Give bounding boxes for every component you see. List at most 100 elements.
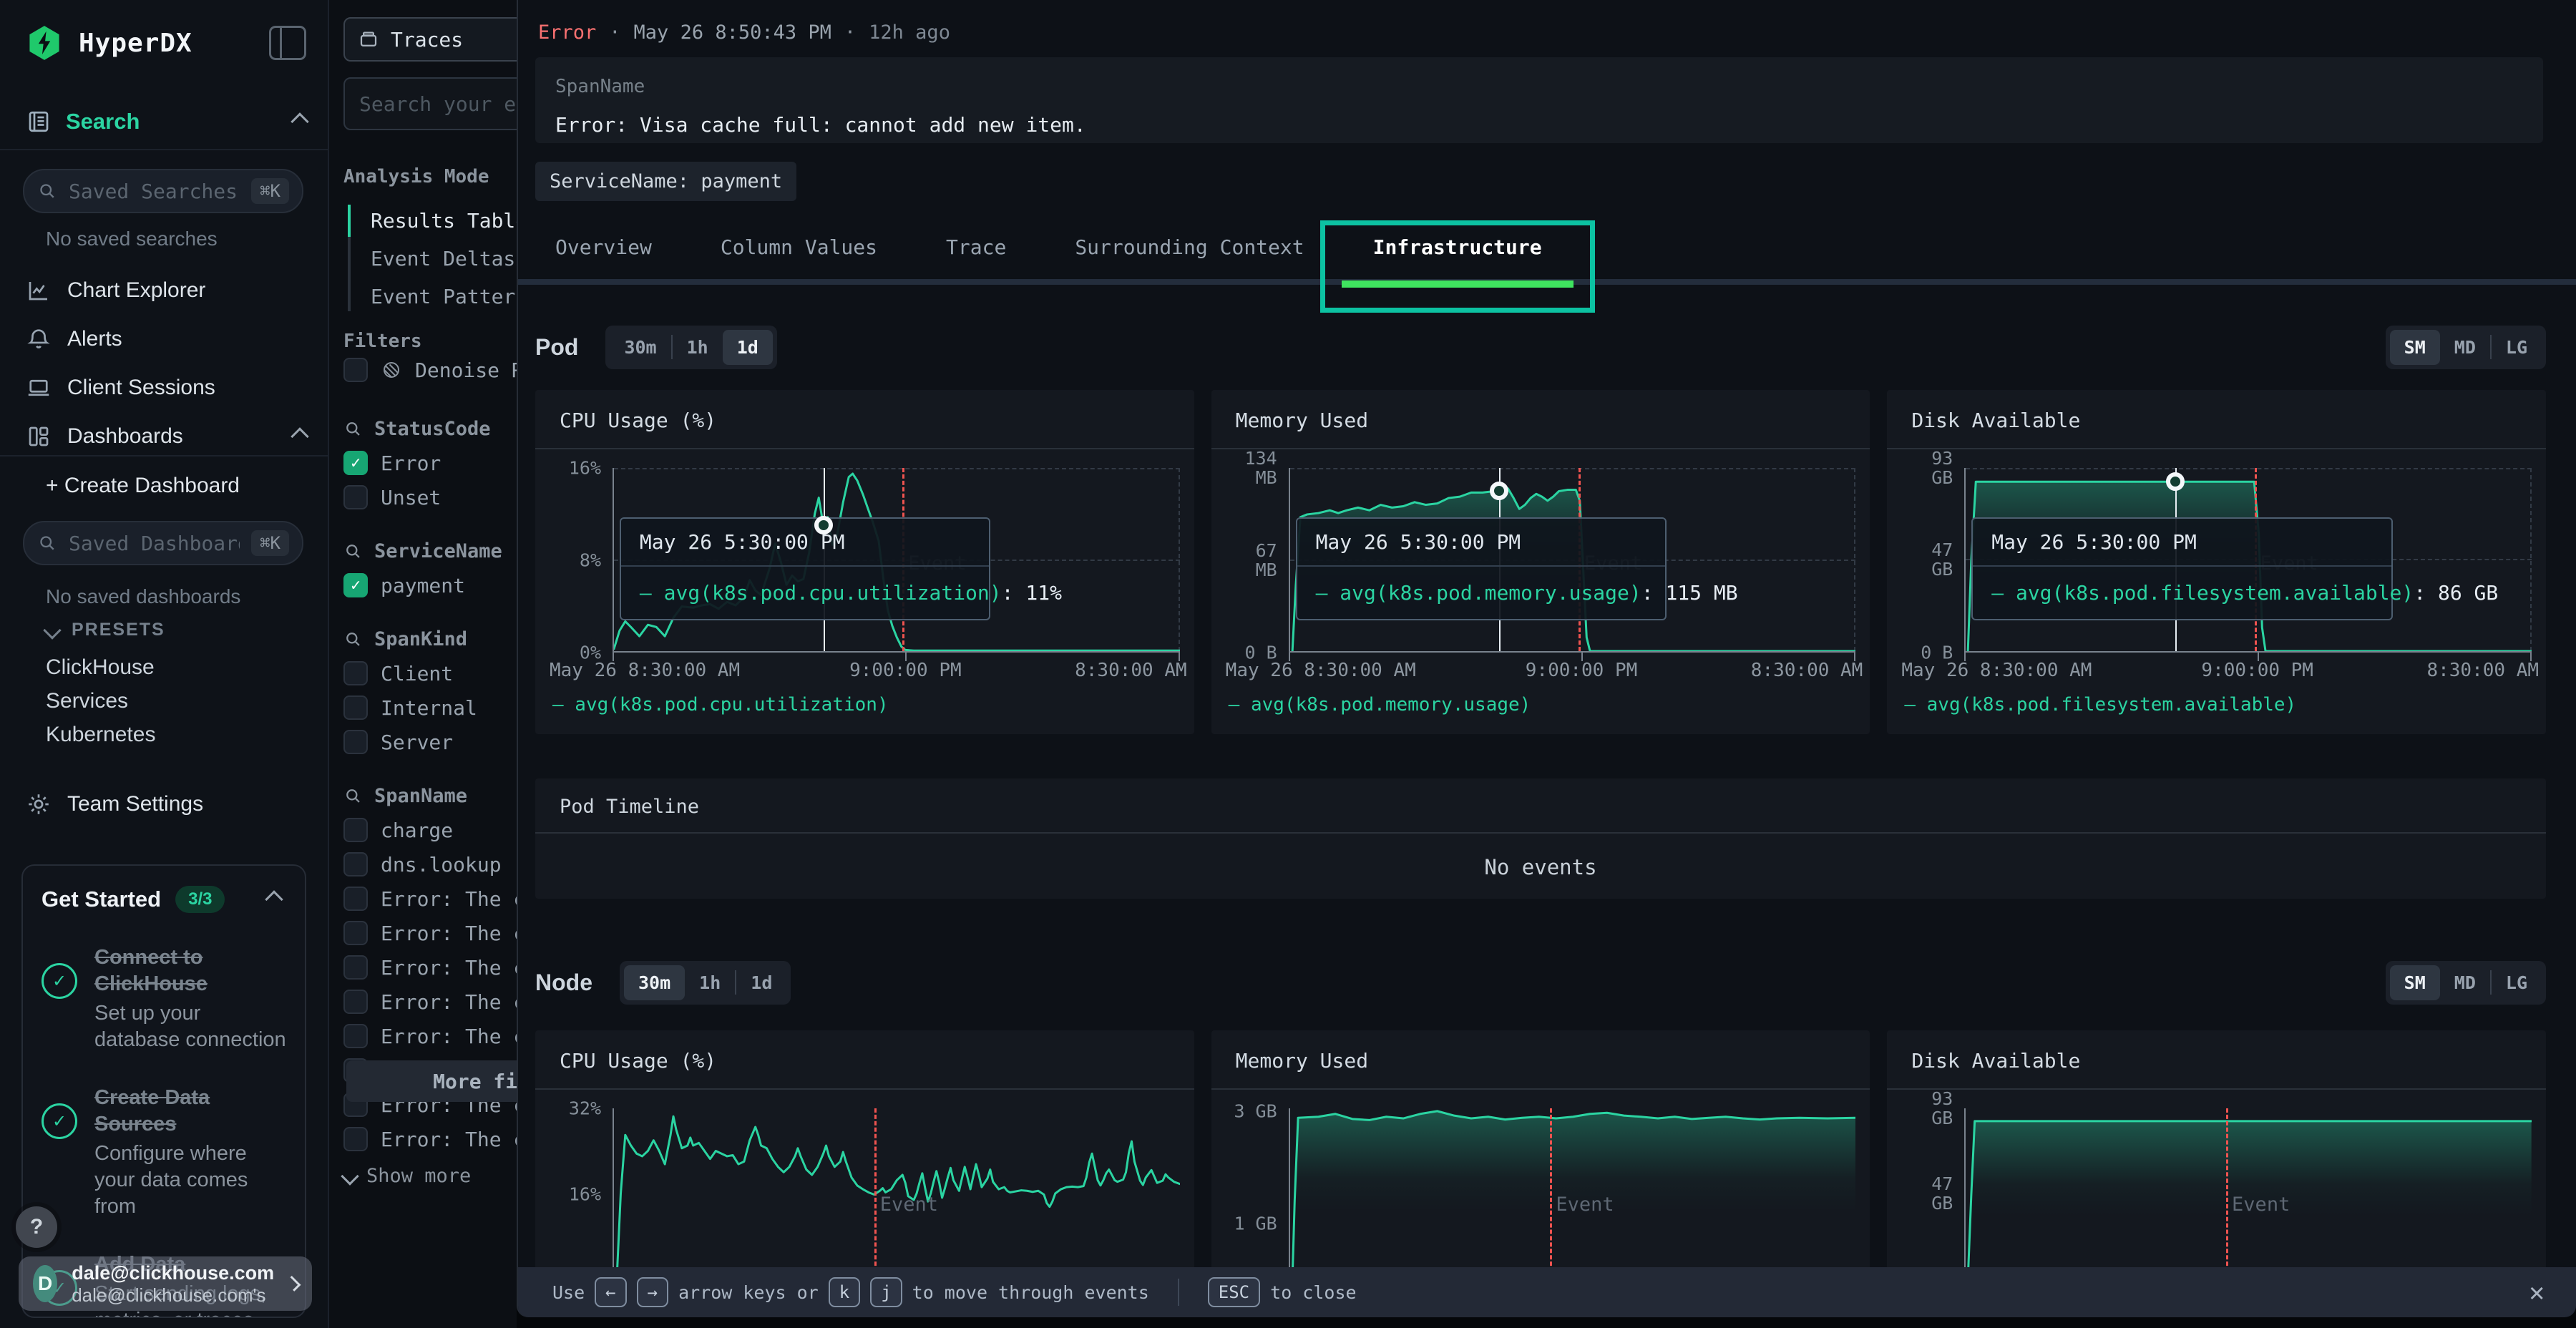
filter-option[interactable]: ✓Error bbox=[343, 446, 517, 480]
filter-option[interactable]: dns.lookup bbox=[343, 847, 517, 882]
filter-option[interactable]: Error: The cr bbox=[343, 1122, 517, 1156]
sidebar-item-label: Alerts bbox=[67, 327, 122, 351]
span-name-box: SpanName Error: Visa cache full: cannot … bbox=[535, 57, 2543, 143]
node-range-option-30m[interactable]: 30m bbox=[624, 965, 685, 1000]
filters-label: Filters bbox=[343, 331, 422, 352]
node-size-option-sm[interactable]: SM bbox=[2390, 965, 2440, 1000]
filter-option[interactable]: Server bbox=[343, 725, 517, 759]
pod-range-option-30m[interactable]: 30m bbox=[610, 330, 670, 365]
filter-checkbox[interactable] bbox=[343, 818, 368, 842]
get-started-item[interactable]: ✓Create Data SourcesConfigure where your… bbox=[42, 1085, 286, 1220]
x-tick-label: May 26 8:30:00 AM bbox=[1226, 660, 1416, 681]
sidebar-item-chart-explorer[interactable]: Chart Explorer bbox=[0, 266, 328, 315]
user-email: dale@clickhouse.com bbox=[72, 1262, 274, 1284]
filter-checkbox[interactable] bbox=[343, 661, 368, 685]
filter-option[interactable]: Error: The cr bbox=[343, 882, 517, 916]
create-dashboard-button[interactable]: + Create Dashboard bbox=[46, 474, 240, 498]
x-tick-label: 8:30:00 AM bbox=[1751, 660, 1863, 681]
filter-checkbox[interactable] bbox=[343, 887, 368, 911]
sidebar-collapse-icon[interactable] bbox=[269, 26, 306, 60]
tab-surrounding-context[interactable]: Surrounding Context bbox=[1075, 215, 1304, 279]
preset-link-kubernetes[interactable]: Kubernetes bbox=[46, 723, 155, 747]
pod-size-option-md[interactable]: MD bbox=[2440, 330, 2490, 365]
preset-link-clickhouse[interactable]: ClickHouse bbox=[46, 655, 155, 680]
filter-option[interactable]: Unset bbox=[343, 480, 517, 514]
tooltip-value: : 86 GB bbox=[2414, 581, 2498, 605]
filter-option[interactable]: ✓payment bbox=[343, 568, 517, 602]
filter-checkbox[interactable] bbox=[343, 1127, 368, 1151]
node-range-option-1h[interactable]: 1h bbox=[685, 965, 735, 1000]
tab-infrastructure[interactable]: Infrastructure bbox=[1373, 215, 1542, 279]
node-size-option-md[interactable]: MD bbox=[2440, 965, 2490, 1000]
show-more-button[interactable]: Show more bbox=[343, 1165, 517, 1187]
tab-trace[interactable]: Trace bbox=[946, 215, 1006, 279]
filter-option[interactable]: Error: The cr bbox=[343, 985, 517, 1019]
footer-text: Use bbox=[552, 1282, 585, 1303]
tab-column-values[interactable]: Column Values bbox=[721, 215, 877, 279]
filter-checkbox[interactable]: ✓ bbox=[343, 451, 368, 475]
analysis-mode-event-patterns[interactable]: Event Patterns bbox=[348, 278, 517, 316]
filter-checkbox[interactable] bbox=[343, 730, 368, 754]
filter-option[interactable]: Client bbox=[343, 656, 517, 690]
help-button[interactable]: ? bbox=[16, 1206, 57, 1248]
filter-group-name: SpanName bbox=[374, 785, 467, 807]
sidebar-item-client-sessions[interactable]: Client Sessions bbox=[0, 363, 328, 412]
analysis-mode-results-table[interactable]: Results Table bbox=[348, 202, 517, 240]
filter-checkbox[interactable] bbox=[343, 921, 368, 945]
saved-searches-input[interactable] bbox=[67, 179, 241, 204]
node-range-option-1d[interactable]: 1d bbox=[736, 965, 786, 1000]
denoise-checkbox[interactable] bbox=[343, 358, 368, 382]
pod-range-option-1d[interactable]: 1d bbox=[723, 330, 773, 365]
preset-link-services[interactable]: Services bbox=[46, 689, 128, 713]
event-marker-line bbox=[874, 1108, 877, 1279]
tooltip-value: : 115 MB bbox=[1641, 581, 1738, 605]
filter-option-label: Server bbox=[381, 731, 453, 754]
filter-option[interactable]: Error: The cr bbox=[343, 916, 517, 950]
filter-checkbox[interactable] bbox=[343, 990, 368, 1014]
search-icon bbox=[343, 786, 363, 806]
source-select-value: Traces bbox=[391, 28, 463, 52]
user-menu[interactable]: D dale@clickhouse.com dale@clickhouse.co… bbox=[19, 1256, 312, 1311]
filter-checkbox[interactable] bbox=[343, 695, 368, 720]
filter-option[interactable]: Internal bbox=[343, 690, 517, 725]
service-name-tag[interactable]: ServiceName: payment bbox=[535, 162, 796, 201]
arrow-left-key: ← bbox=[595, 1277, 626, 1307]
filter-option-label: Unset bbox=[381, 486, 441, 509]
pod-range-option-1h[interactable]: 1h bbox=[673, 330, 723, 365]
pod-section-title: Pod bbox=[535, 334, 578, 361]
pod-size-option-lg[interactable]: LG bbox=[2492, 330, 2542, 365]
filter-checkbox[interactable] bbox=[343, 1024, 368, 1048]
pod-timeline-card: Pod Timeline No events bbox=[535, 778, 2546, 899]
presets-toggle[interactable]: PRESETS bbox=[46, 620, 165, 640]
filter-checkbox[interactable] bbox=[343, 955, 368, 980]
saved-dashboards-input[interactable] bbox=[67, 531, 241, 556]
chevron-up-icon[interactable] bbox=[265, 890, 283, 908]
get-started-item-title: Create Data Sources bbox=[94, 1085, 286, 1138]
divider bbox=[0, 455, 328, 456]
filter-option[interactable]: charge bbox=[343, 813, 517, 847]
denoise-filter[interactable]: Denoise Re bbox=[343, 358, 536, 382]
tab-label: Overview bbox=[555, 235, 652, 259]
sidebar-item-team-settings[interactable]: Team Settings bbox=[26, 791, 203, 817]
span-name-value: Error: Visa cache full: cannot add new i… bbox=[555, 113, 2523, 137]
filter-checkbox[interactable] bbox=[343, 852, 368, 877]
sidebar-item-dashboards[interactable]: Dashboards bbox=[0, 412, 328, 461]
close-icon[interactable]: ✕ bbox=[2529, 1278, 2545, 1307]
sidebar-nav: Chart Explorer Alerts Client SessionsDashb… bbox=[0, 266, 328, 461]
sidebar-item-search[interactable]: Search bbox=[26, 109, 306, 135]
filter-option[interactable]: Error: The cr bbox=[343, 950, 517, 985]
chart-tooltip: May 26 5:30:00 PM— avg(k8s.pod.cpu.utili… bbox=[620, 517, 990, 620]
drawer-footer: Use ← → arrow keys or k j to move throug… bbox=[518, 1267, 2576, 1317]
node-size-option-lg[interactable]: LG bbox=[2492, 965, 2542, 1000]
filter-checkbox[interactable] bbox=[343, 485, 368, 509]
source-select[interactable]: Traces bbox=[343, 17, 541, 62]
get-started-item[interactable]: ✓Connect to ClickHouseSet up your databa… bbox=[42, 944, 286, 1053]
event-search-input[interactable] bbox=[358, 92, 527, 117]
tab-overview[interactable]: Overview bbox=[555, 215, 652, 279]
sidebar-search-label: Search bbox=[66, 109, 140, 135]
pod-size-option-sm[interactable]: SM bbox=[2390, 330, 2440, 365]
filter-option[interactable]: Error: The cr bbox=[343, 1019, 517, 1053]
analysis-mode-event-deltas[interactable]: Event Deltas bbox=[348, 240, 517, 278]
filter-checkbox[interactable]: ✓ bbox=[343, 573, 368, 597]
sidebar-item-alerts[interactable]: Alerts bbox=[0, 315, 328, 363]
